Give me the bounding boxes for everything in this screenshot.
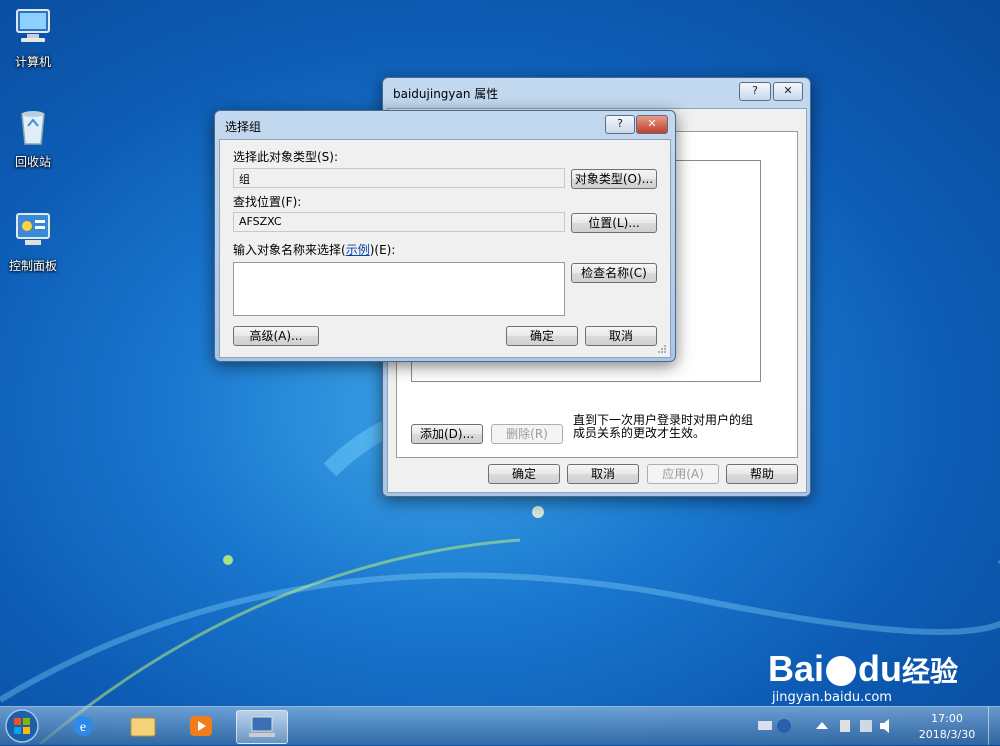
volume-icon bbox=[880, 719, 889, 733]
watermark-suffix: 经验 bbox=[902, 656, 959, 687]
properties-titlebar[interactable]: baidujingyan 属性 ? ✕ bbox=[383, 78, 810, 106]
taskbar: e 17:00 2018/3/30 bbox=[0, 706, 1000, 745]
folder-icon bbox=[130, 717, 156, 737]
action-center-icon bbox=[840, 720, 850, 732]
baidu-watermark: Bai du经验 bbox=[768, 648, 958, 690]
system-tray-icons[interactable] bbox=[756, 707, 896, 745]
desktop-icon-recycle-bin[interactable]: 回收站 bbox=[0, 106, 66, 170]
baidu-watermark-url: jingyan.baidu.com bbox=[772, 690, 892, 705]
help-button[interactable]: 帮助 bbox=[726, 464, 798, 484]
ok-button[interactable]: 确定 bbox=[488, 464, 560, 484]
desktop-icon-computer[interactable]: 计算机 bbox=[0, 6, 66, 70]
enter-names-label-prefix: 输入对象名称来选择( bbox=[233, 243, 346, 257]
arrow-up-icon bbox=[816, 722, 828, 729]
object-types-button[interactable]: 对象类型(O)... bbox=[571, 169, 657, 189]
clock-date[interactable]: 2018/3/30 bbox=[912, 728, 982, 741]
start-button-icon[interactable] bbox=[2, 707, 42, 745]
watermark-brand2: du bbox=[858, 648, 903, 689]
recycle-bin-icon bbox=[21, 111, 45, 145]
network-icon bbox=[860, 720, 872, 732]
internet-explorer-icon: e bbox=[73, 716, 93, 736]
desktop-icon-label: 回收站 bbox=[14, 155, 51, 169]
taskbar-media-player[interactable] bbox=[176, 710, 226, 742]
enter-names-label-suffix: )(E): bbox=[369, 243, 396, 257]
resize-grip-icon[interactable] bbox=[657, 344, 667, 354]
clock-time[interactable]: 17:00 bbox=[912, 712, 982, 725]
paw-icon bbox=[826, 656, 857, 687]
object-type-label: 选择此对象类型(S): bbox=[233, 150, 339, 164]
remove-button[interactable]: 删除(R) bbox=[491, 424, 563, 444]
keyboard-icon bbox=[758, 721, 772, 730]
object-names-input[interactable] bbox=[233, 262, 565, 316]
ok-button[interactable]: 确定 bbox=[506, 326, 578, 346]
select-group-window[interactable]: 选择组 ? ✕ 选择此对象类型(S): 组 对象类型(O)... 查找位置(F)… bbox=[214, 110, 676, 362]
help-title-button[interactable]: ? bbox=[605, 115, 635, 134]
object-type-field: 组 bbox=[233, 168, 565, 188]
computer-management-icon bbox=[249, 716, 275, 737]
window-title: baidujingyan 属性 bbox=[393, 87, 499, 101]
location-field: AFSZXC bbox=[233, 212, 565, 232]
taskbar-computer-management[interactable] bbox=[236, 710, 288, 744]
svg-text:e: e bbox=[80, 720, 86, 735]
window-title: 选择组 bbox=[225, 120, 262, 134]
control-panel-icon bbox=[16, 213, 50, 245]
computer-icon bbox=[16, 9, 50, 42]
desktop-icon-label: 控制面板 bbox=[8, 259, 57, 273]
enter-names-label: 输入对象名称来选择(示例)(E): bbox=[233, 241, 395, 258]
advanced-button[interactable]: 高级(A)... bbox=[233, 326, 319, 346]
examples-link[interactable]: 示例 bbox=[346, 243, 370, 257]
taskbar-internet-explorer[interactable]: e bbox=[58, 710, 108, 742]
location-label: 查找位置(F): bbox=[233, 195, 302, 209]
cancel-button[interactable]: 取消 bbox=[567, 464, 639, 484]
show-desktop-button[interactable] bbox=[988, 707, 1000, 745]
check-names-button[interactable]: 检查名称(C) bbox=[571, 263, 657, 283]
locations-button[interactable]: 位置(L)... bbox=[571, 213, 657, 233]
membership-note: 直到下一次用户登录时对用户的组成员关系的更改才生效。 bbox=[573, 413, 754, 440]
select-group-titlebar[interactable]: 选择组 ? ✕ bbox=[215, 111, 675, 139]
desktop-icon-label: 计算机 bbox=[14, 55, 51, 69]
help-icon bbox=[777, 719, 791, 733]
taskbar-file-explorer[interactable] bbox=[118, 710, 168, 742]
select-group-client-area: 选择此对象类型(S): 组 对象类型(O)... 查找位置(F): AFSZXC… bbox=[219, 139, 671, 358]
close-title-button[interactable]: ✕ bbox=[773, 82, 803, 101]
watermark-brand: Bai bbox=[768, 648, 825, 689]
cancel-button[interactable]: 取消 bbox=[585, 326, 657, 346]
help-title-button[interactable]: ? bbox=[739, 82, 771, 101]
add-button[interactable]: 添加(D)... bbox=[411, 424, 483, 444]
close-title-button[interactable]: ✕ bbox=[636, 115, 668, 134]
apply-button[interactable]: 应用(A) bbox=[647, 464, 719, 484]
media-player-icon bbox=[190, 716, 212, 736]
desktop-icon-control-panel[interactable]: 控制面板 bbox=[0, 210, 66, 274]
